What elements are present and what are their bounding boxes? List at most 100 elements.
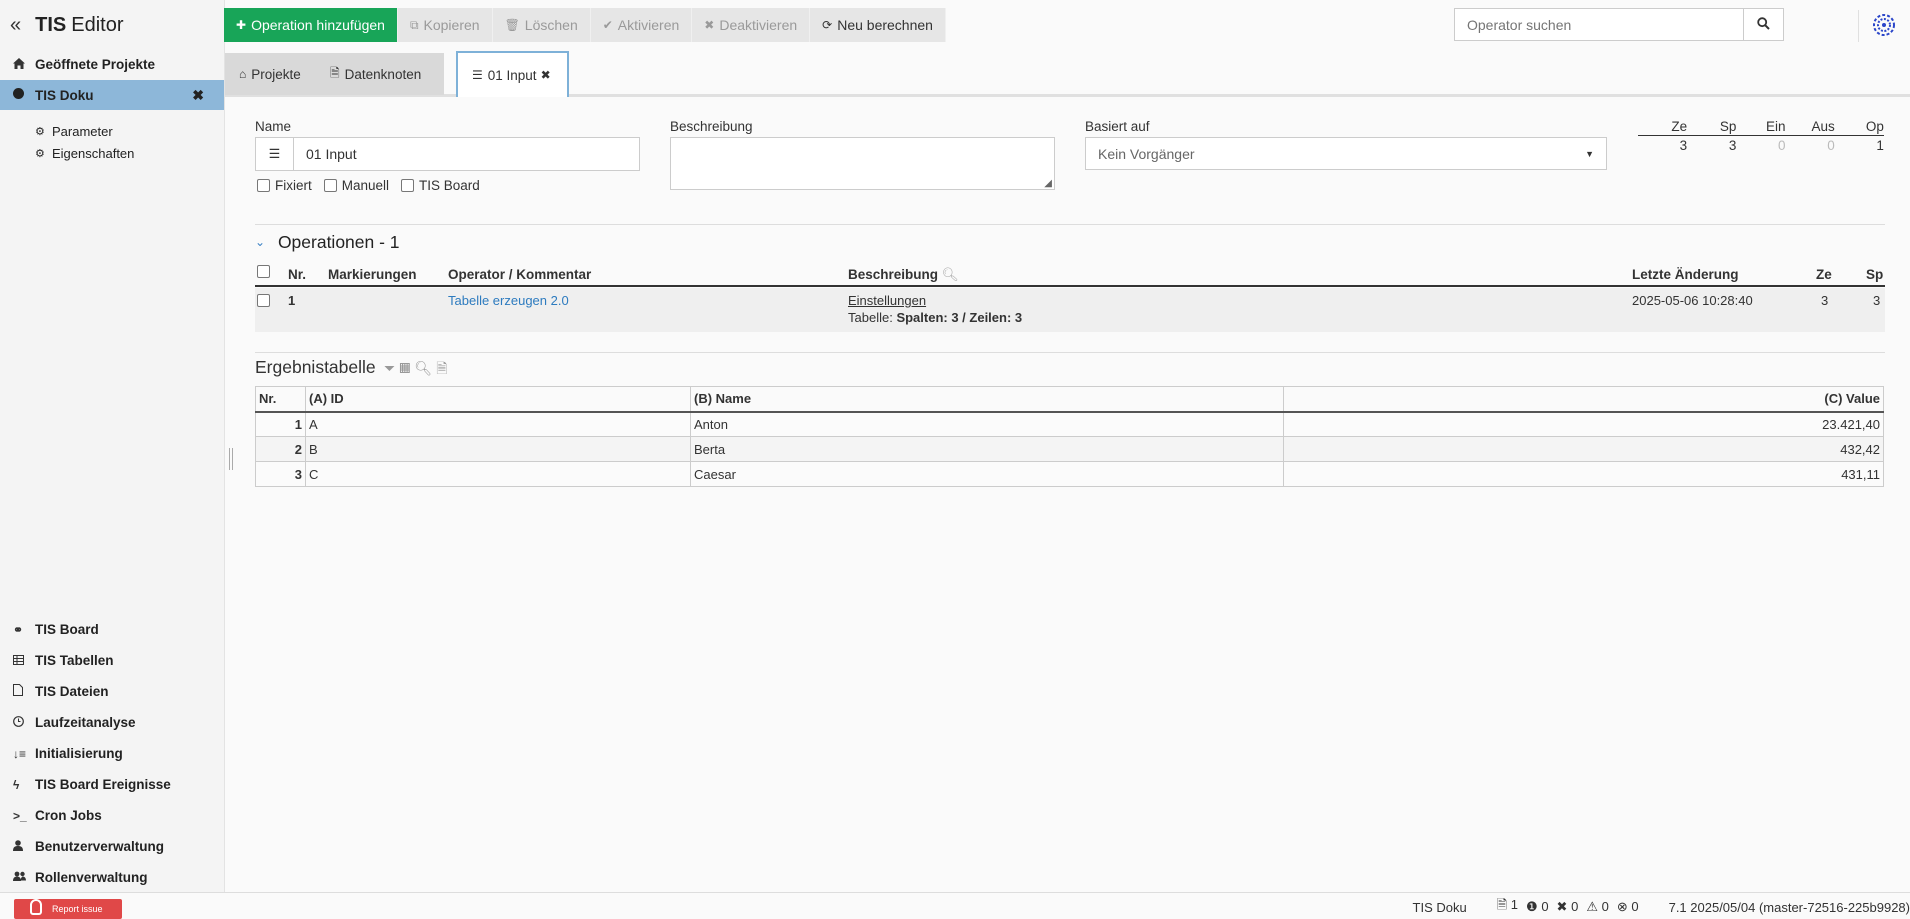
sidebar-item-tis-tabellen[interactable]: TIS Tabellen <box>0 645 225 676</box>
table-icon[interactable]: ▦ <box>399 360 414 376</box>
times-icon: ✖ <box>704 18 715 32</box>
close-project-icon[interactable]: ✖ <box>192 87 204 104</box>
trash-icon: 🗑 <box>504 18 520 32</box>
sidebar-item-benutzerverwaltung[interactable]: Benutzerverwaltung <box>0 831 225 862</box>
tis-board-label: TIS Board <box>419 178 480 193</box>
stats-summary: Ze Sp Ein Aus Op 3 3 0 0 1 <box>1638 119 1884 153</box>
fixiert-checkbox[interactable]: Fixiert <box>257 178 312 193</box>
table-header-row: Nr. (A) ID (B) Name (C) Value <box>255 386 1884 413</box>
manuell-checkbox[interactable]: Manuell <box>323 178 389 193</box>
info-count-value: 0 <box>1541 899 1549 914</box>
tab-label: 01 Input <box>487 67 537 83</box>
list-icon: ☰ <box>256 138 294 170</box>
sidebar-subitem-parameter[interactable]: ⚙ Parameter <box>0 120 224 142</box>
col-beschreibung: Beschreibung 🔍︎ <box>848 267 959 283</box>
sidebar-item-label: TIS Dateien <box>35 684 109 699</box>
table-row[interactable]: 1 Tabelle erzeugen 2.0 Einstellungen Tab… <box>255 288 1885 332</box>
sidebar-item-tis-board[interactable]: ⚭ TIS Board <box>0 614 225 645</box>
failed-count-value: 0 <box>1631 899 1639 914</box>
sidebar-item-label: TIS Doku <box>35 87 94 103</box>
operations-header[interactable]: ⌄ Operationen - 1 <box>255 232 400 253</box>
resize-handle-icon[interactable]: ◢ <box>1044 178 1052 189</box>
sidebar-item-rollenverwaltung[interactable]: Rollenverwaltung <box>0 862 225 893</box>
divider <box>255 352 1885 353</box>
tis-board-checkbox[interactable]: TIS Board <box>401 178 480 193</box>
deactivate-button[interactable]: ✖ Deaktivieren <box>692 8 811 42</box>
row-checkbox[interactable] <box>257 294 270 307</box>
result-table: Nr. (A) ID (B) Name (C) Value 1 A Anton … <box>255 386 1884 487</box>
filter-icon[interactable]: ⏷ <box>384 360 399 376</box>
sidebar-item-label: Geöffnete Projekte <box>35 57 156 72</box>
tab-projekte[interactable]: ⌂ Projekte <box>225 53 316 95</box>
settings-link[interactable]: Einstellungen <box>848 293 926 308</box>
copy-icon: ⧉ <box>409 17 419 32</box>
close-tab-icon[interactable]: ✖ <box>541 68 551 82</box>
col-header[interactable]: (A) ID <box>305 386 691 413</box>
zoom-icon[interactable]: 🔍︎ <box>942 267 959 282</box>
error-count: ✖ 0 <box>1557 899 1579 915</box>
operator-link[interactable]: Tabelle erzeugen 2.0 <box>448 293 569 308</box>
col-header[interactable]: (C) Value <box>1283 386 1884 413</box>
sidebar-item-laufzeitanalyse[interactable]: Laufzeitanalyse <box>0 707 225 738</box>
plus-icon: ✚ <box>236 18 247 32</box>
toolbar: ✚ Operation hinzufügen ⧉ Kopieren 🗑 Lösc… <box>224 8 946 42</box>
sidebar-item-label: Initialisierung <box>35 746 123 761</box>
tab-01-input[interactable]: ☰ 01 Input ✖ <box>456 51 569 97</box>
sidebar-subitem-label: Eigenschaften <box>52 145 135 161</box>
copy-button[interactable]: ⧉ Kopieren <box>397 8 493 42</box>
cell-nr: 3 <box>255 461 306 487</box>
sidebar: « TIS Editor Geöffnete Projekte TIS Doku… <box>0 0 225 892</box>
bolt-icon: ϟ <box>13 777 20 792</box>
check-icon: ✔ <box>602 18 613 32</box>
sidebar-item-open-projects[interactable]: Geöffnete Projekte <box>0 51 224 78</box>
info-icon: ❶ <box>1526 899 1538 914</box>
table-row[interactable]: 2 B Berta 432,42 <box>255 436 1884 462</box>
based-on-select[interactable]: Kein Vorgänger ▼ <box>1085 137 1607 170</box>
col-nr: Nr. <box>288 267 307 282</box>
delete-button[interactable]: 🗑 Löschen <box>492 8 591 42</box>
col-ze: Ze <box>1816 267 1832 282</box>
search-input[interactable] <box>1455 9 1743 40</box>
col-header[interactable]: Nr. <box>255 386 306 413</box>
cell-nr: 2 <box>255 436 306 462</box>
select-all-checkbox[interactable] <box>257 265 270 278</box>
add-operation-button[interactable]: ✚ Operation hinzufügen <box>224 8 398 42</box>
sidebar-resize-handle[interactable] <box>229 448 233 470</box>
collapse-sidebar-icon[interactable]: « <box>10 14 21 37</box>
sidebar-item-tis-dateien[interactable]: TIS Dateien <box>0 676 225 707</box>
zoom-icon[interactable]: 🔍︎ <box>414 360 436 376</box>
stat-value: 0 <box>1827 138 1835 153</box>
description-textarea[interactable]: ◢ <box>670 137 1055 190</box>
activate-button[interactable]: ✔ Aktivieren <box>590 8 693 42</box>
col-header[interactable]: (B) Name <box>690 386 1284 413</box>
deactivate-label: Deaktivieren <box>719 17 798 33</box>
sidebar-item-initialisierung[interactable]: ↓≡ Initialisierung <box>0 738 225 769</box>
result-title: Ergebnistabelle <box>255 357 376 377</box>
recalculate-label: Neu berechnen <box>837 17 933 33</box>
cell-id: C <box>305 461 691 487</box>
report-issue-button[interactable]: Report issue <box>14 899 122 919</box>
tab-datenknoten[interactable]: 🗎 Datenknoten <box>316 53 444 95</box>
table-row[interactable]: 3 C Caesar 431,11 <box>255 461 1884 487</box>
info-count: ❶ 0 <box>1526 899 1549 915</box>
list-icon: ☰ <box>472 68 483 82</box>
error-count-value: 0 <box>1571 899 1579 914</box>
sidebar-item-cron-jobs[interactable]: >_ Cron Jobs <box>0 800 225 831</box>
row-description: Tabelle: Spalten: 3 / Zeilen: 3 <box>848 310 1022 325</box>
sidebar-item-tis-board-ereignisse[interactable]: ϟ TIS Board Ereignisse <box>0 769 225 800</box>
name-field[interactable]: ☰ 01 Input <box>255 137 640 171</box>
operator-search <box>1454 8 1784 41</box>
excel-icon[interactable]: 🗎 <box>436 360 451 376</box>
status-project: TIS Doku <box>1412 899 1467 915</box>
sidebar-subitem-eigenschaften[interactable]: ⚙ Eigenschaften <box>0 142 224 164</box>
warning-icon: ⚠ <box>1586 899 1598 914</box>
stat-header: Sp <box>1719 119 1737 134</box>
file-icon: 🗎 <box>1496 897 1508 912</box>
col-sp: Sp <box>1866 267 1884 282</box>
search-button[interactable] <box>1743 9 1783 40</box>
recalculate-button[interactable]: ⟳ Neu berechnen <box>810 8 946 42</box>
table-row[interactable]: 1 A Anton 23.421,40 <box>255 411 1884 437</box>
sidebar-item-label: TIS Board Ereignisse <box>35 777 171 792</box>
status-bar: Report issue TIS Doku 🗎 1 ❶ 0 ✖ 0 ⚠ 0 ⊗ … <box>0 892 1910 919</box>
sidebar-item-project[interactable]: TIS Doku ✖ <box>0 80 224 110</box>
